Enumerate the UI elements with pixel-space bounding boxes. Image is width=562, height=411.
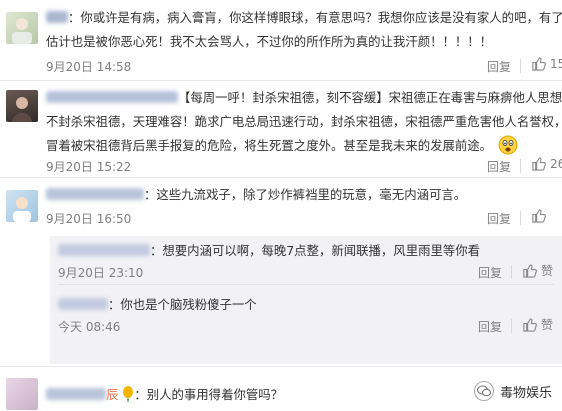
action-divider bbox=[520, 159, 521, 173]
comment-2: 【每周一呼！封杀宋祖德，刻不容缓】宋祖德正在毒害与麻痹他人思想， 不封杀宋祖德，… bbox=[0, 82, 562, 178]
divider bbox=[58, 284, 554, 285]
divider bbox=[0, 366, 562, 367]
comment-text: ：别人的事用得着你管吗？ bbox=[134, 387, 284, 402]
like-button[interactable] bbox=[531, 208, 550, 223]
comment-time: 9月20日 16:50 bbox=[46, 212, 132, 226]
like-count: 26 bbox=[550, 156, 562, 171]
divider bbox=[0, 80, 562, 81]
watermark: 毒物娱乐 bbox=[473, 381, 552, 401]
like-label: 赞 bbox=[541, 318, 554, 332]
comment-text: ：想要内涵可以啊，每晚7点整，新闻联播，风里雨里等你看 bbox=[150, 243, 481, 258]
watermark-text: 毒物娱乐 bbox=[499, 385, 552, 401]
like-button[interactable]: 赞 bbox=[522, 316, 553, 333]
action-divider bbox=[520, 59, 521, 73]
balloon-emoji-icon bbox=[122, 386, 134, 409]
thumbs-up-icon bbox=[531, 56, 546, 71]
username-blurred[interactable] bbox=[58, 298, 108, 310]
comment-text: 【每周一呼！封杀宋祖德，刻不容缓】宋祖德正在毒害与麻痹他人思想， bbox=[178, 90, 562, 105]
thumbs-up-icon bbox=[522, 263, 537, 278]
comment-time: 9月20日 15:22 bbox=[46, 160, 132, 174]
comment-time: 9月20日 23:10 bbox=[58, 266, 144, 280]
reply-button[interactable]: 回复 bbox=[478, 264, 502, 281]
reply-button[interactable]: 回复 bbox=[487, 158, 511, 175]
action-divider bbox=[520, 211, 521, 225]
action-divider bbox=[511, 319, 512, 333]
avatar[interactable] bbox=[6, 378, 38, 410]
like-label: 赞 bbox=[541, 264, 554, 278]
like-count: 15 bbox=[550, 56, 562, 71]
like-button[interactable]: 15 bbox=[531, 56, 562, 71]
avatar[interactable] bbox=[6, 12, 38, 44]
reply-button[interactable]: 回复 bbox=[487, 58, 511, 75]
comment-text: ：这些九流戏子，除了炒作裤裆里的玩意，毫无内涵可言。 bbox=[144, 187, 467, 202]
username-blurred[interactable] bbox=[46, 188, 144, 200]
username-blurred[interactable] bbox=[46, 91, 178, 103]
sub-reply-2: ：你也是个脑残粉傻子一个 今天 08:46 回复 赞 bbox=[0, 288, 562, 348]
reply-button[interactable]: 回复 bbox=[487, 210, 511, 227]
comment-time: 9月20日 14:58 bbox=[46, 60, 132, 74]
comment-3: ：这些九流戏子，除了炒作裤裆里的玩意，毫无内涵可言。 9月20日 16:50 回… bbox=[0, 178, 562, 234]
comment-text: 不封杀宋祖德，天理难容！跪求广电总局迅速行动，封杀宋祖德，宋祖德严重危害他人名誉… bbox=[46, 114, 562, 129]
comment-1: ：你或许是有病，病入膏肓，你这样博眼球，有意思吗？我想你应该是没有家人的吧，有了… bbox=[0, 0, 562, 82]
avatar[interactable] bbox=[6, 90, 38, 122]
wechat-logo-icon bbox=[473, 381, 494, 401]
sub-reply-1: ：想要内涵可以啊，每晚7点整，新闻联播，风里雨里等你看 9月20日 23:10 … bbox=[0, 236, 562, 292]
comment-text: ：你或许是有病，病入膏肓，你这样博眼球，有意思吗？我想你应该是没有家人的吧，有了… bbox=[68, 10, 562, 25]
username-tail[interactable]: 辰 bbox=[106, 387, 118, 402]
like-button[interactable]: 赞 bbox=[522, 262, 553, 279]
username-blurred[interactable] bbox=[58, 244, 150, 256]
comment-text: 冒着被宋祖德背后黑手报复的危险，将生死置之度外。甚至是我未来的发展前途。 bbox=[46, 138, 493, 153]
avatar[interactable] bbox=[6, 190, 38, 222]
reply-button[interactable]: 回复 bbox=[478, 318, 502, 335]
thumbs-up-icon bbox=[531, 156, 546, 171]
username-blurred[interactable] bbox=[46, 11, 68, 23]
like-button[interactable]: 26 bbox=[531, 156, 562, 171]
comment-time: 今天 08:46 bbox=[58, 320, 121, 334]
username-blurred[interactable] bbox=[46, 388, 106, 400]
thumbs-up-icon bbox=[531, 208, 546, 223]
action-divider bbox=[511, 265, 512, 279]
comment-text: ：你也是个脑残粉傻子一个 bbox=[108, 297, 257, 312]
thumbs-up-icon bbox=[522, 317, 537, 332]
comment-text: 估计也是被你恶心死！我不太会骂人，不过你的所作所为真的让我汗颜！！！！！ bbox=[46, 34, 493, 49]
